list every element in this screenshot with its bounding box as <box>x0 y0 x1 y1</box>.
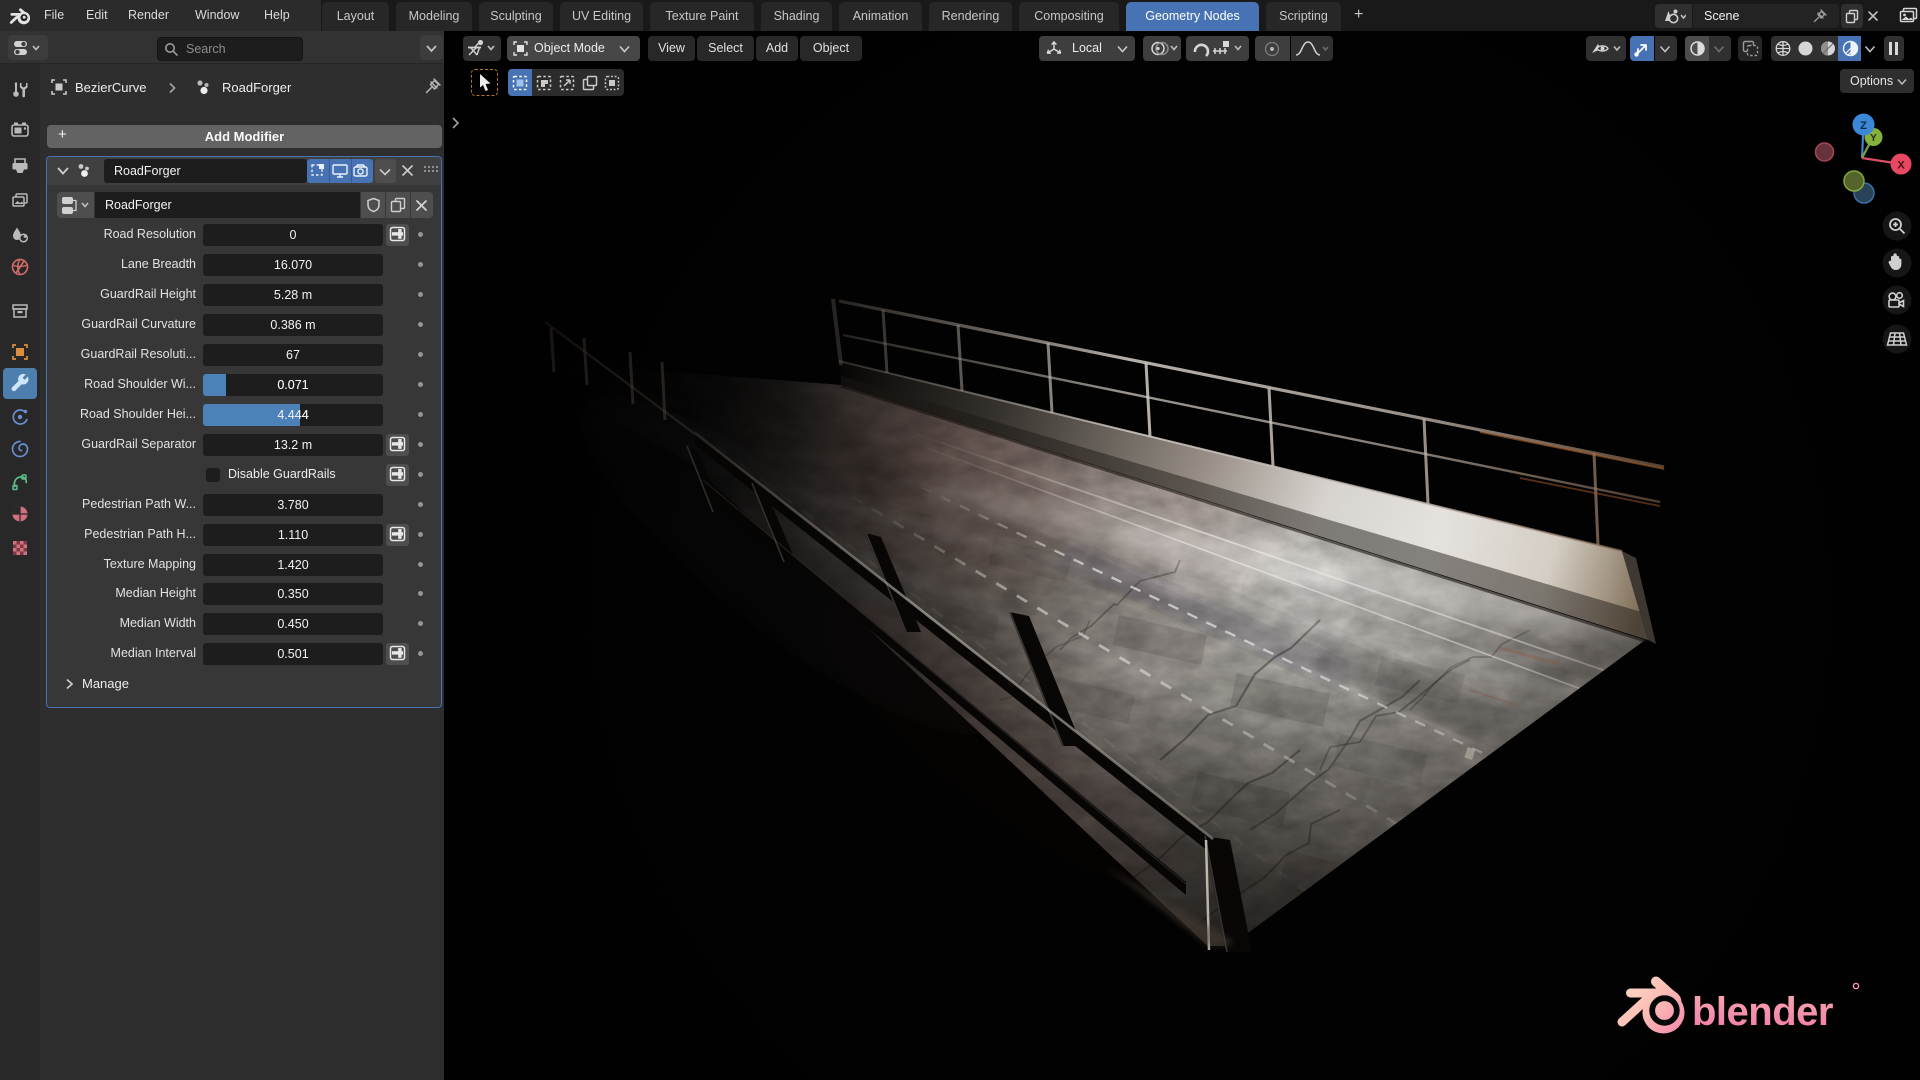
svg-text:blender: blender <box>1692 990 1833 1034</box>
svg-text:X: X <box>1897 160 1905 172</box>
svg-text:Y: Y <box>1870 133 1877 144</box>
svg-text:Z: Z <box>1860 120 1867 132</box>
